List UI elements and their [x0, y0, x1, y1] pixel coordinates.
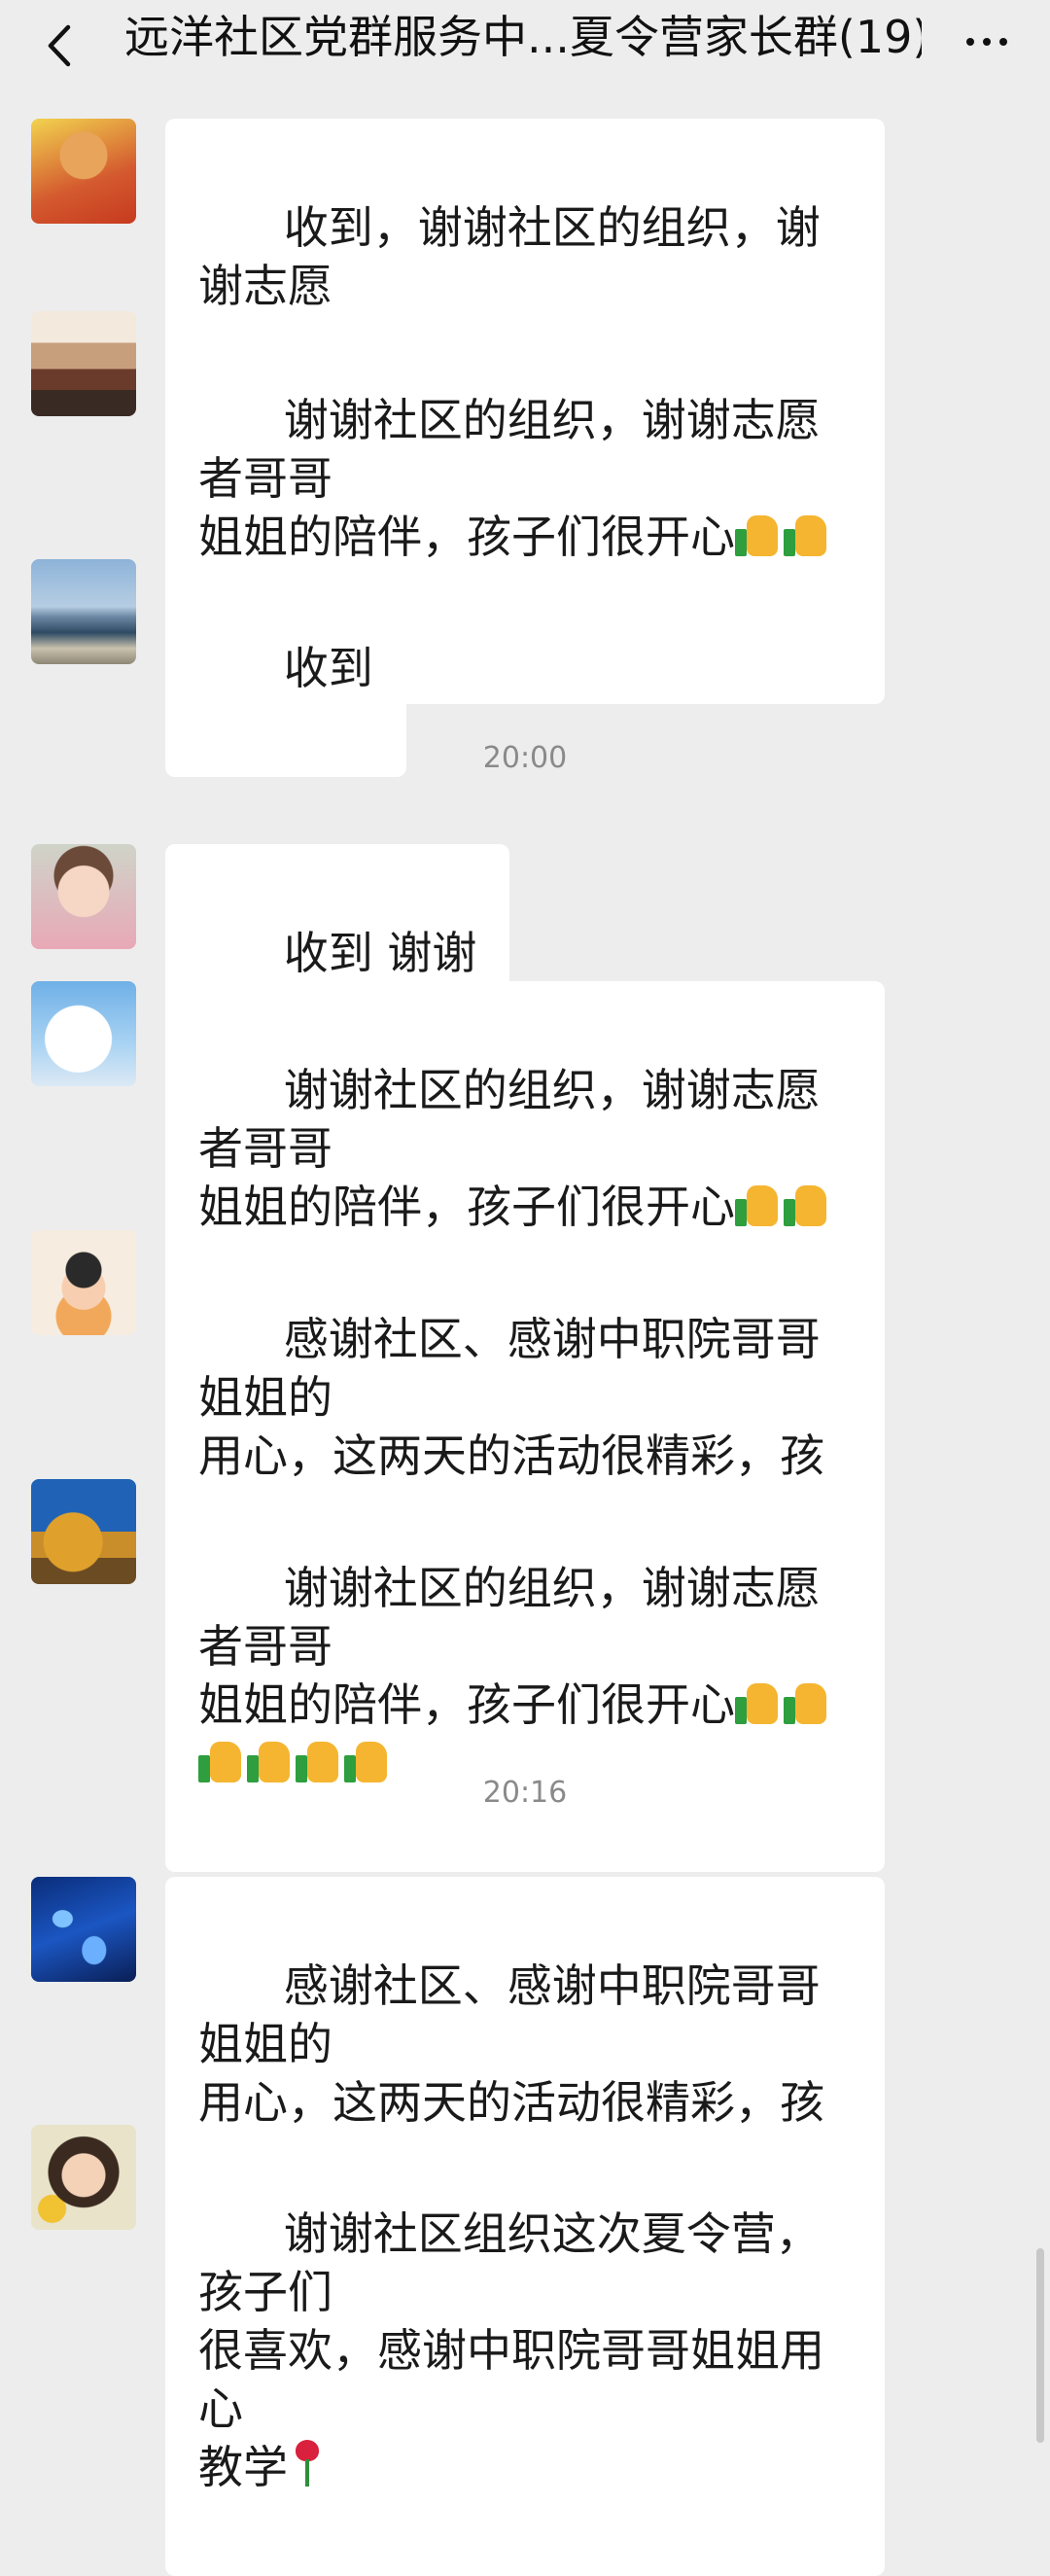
message-row: 感谢社区、感谢中职院哥哥姐姐的 用心，这两天的活动很精彩，孩子 在玩中学，受益匪…: [0, 1230, 1050, 1681]
chat-header: 远洋社区党群服务中...夏令营家长群(19): [0, 0, 1050, 99]
back-chevron-icon: [48, 24, 71, 67]
message-row: 收到: [0, 559, 1050, 777]
message-text: 收到: [283, 642, 373, 694]
more-dot: [966, 38, 974, 46]
message-row: 谢谢社区的组织，谢谢志愿者哥哥 姐姐的陪伴，孩子们很开心: [0, 311, 1050, 704]
message-row: 收到，谢谢社区的组织，谢谢志愿 者哥哥姐姐的陪伴: [0, 119, 1050, 453]
message-row: 谢谢社区的组织，谢谢志愿者哥哥 姐姐的陪伴，孩子们很开心: [0, 1479, 1050, 1872]
message-row: 感谢社区、感谢中职院哥哥姐姐的 用心，这两天的活动很精彩，孩子 在玩中学，受益匪…: [0, 1877, 1050, 2328]
avatar[interactable]: [31, 2125, 136, 2230]
timestamp: 20:16: [482, 1776, 568, 1810]
message-bubble[interactable]: 谢谢社区的组织，谢谢志愿者哥哥 姐姐的陪伴，孩子们很开心: [165, 1479, 885, 1872]
message-row: 谢谢社区组织这次夏令营，孩子们 很喜欢，感谢中职院哥哥姐姐用心 教学: [0, 2125, 1050, 2576]
thumbs-up-icon: [784, 1681, 828, 1726]
message-text: 谢谢社区的组织，谢谢志愿者哥哥 姐姐的陪伴，孩子们很开心: [198, 1064, 821, 1233]
thumbs-up-icon: [784, 1183, 828, 1228]
avatar[interactable]: [31, 1479, 136, 1584]
message-row: 谢谢社区的组织，谢谢志愿者哥哥 姐姐的陪伴，孩子们很开心: [0, 981, 1050, 1374]
avatar[interactable]: [31, 844, 136, 949]
scrollbar[interactable]: [1036, 2248, 1044, 2443]
more-dot: [999, 38, 1007, 46]
message-bubble[interactable]: 谢谢社区组织这次夏令营，孩子们 很喜欢，感谢中职院哥哥姐姐用心 教学: [165, 2125, 885, 2576]
back-button[interactable]: [35, 21, 84, 70]
message-list[interactable]: 收到，谢谢社区的组织，谢谢志愿 者哥哥姐姐的陪伴 谢谢社区的组织，谢谢志愿者哥哥…: [0, 99, 1050, 2576]
thumbs-up-icon: [735, 1183, 780, 1228]
thumbs-up-icon: [735, 513, 780, 558]
avatar[interactable]: [31, 119, 136, 224]
rose-icon: [288, 2440, 327, 2488]
avatar[interactable]: [31, 311, 136, 416]
avatar[interactable]: [31, 1230, 136, 1335]
more-button[interactable]: [953, 18, 1021, 66]
more-dot: [983, 38, 991, 46]
timestamp: 20:00: [482, 741, 568, 775]
message-text: 谢谢社区的组织，谢谢志愿者哥哥 姐姐的陪伴，孩子们很开心: [198, 394, 821, 563]
message-row: 收到 谢谢: [0, 844, 1050, 1062]
thumbs-up-icon: [784, 513, 828, 558]
thumbs-up-icon: [735, 1681, 780, 1726]
avatar[interactable]: [31, 1877, 136, 1982]
avatar[interactable]: [31, 981, 136, 1086]
avatar[interactable]: [31, 559, 136, 664]
chat-title: 远洋社区党群服务中...夏令营家长群(19): [124, 11, 922, 63]
message-text: 收到 谢谢: [283, 927, 477, 979]
message-text: 谢谢社区的组织，谢谢志愿者哥哥 姐姐的陪伴，孩子们很开心: [198, 1562, 821, 1731]
